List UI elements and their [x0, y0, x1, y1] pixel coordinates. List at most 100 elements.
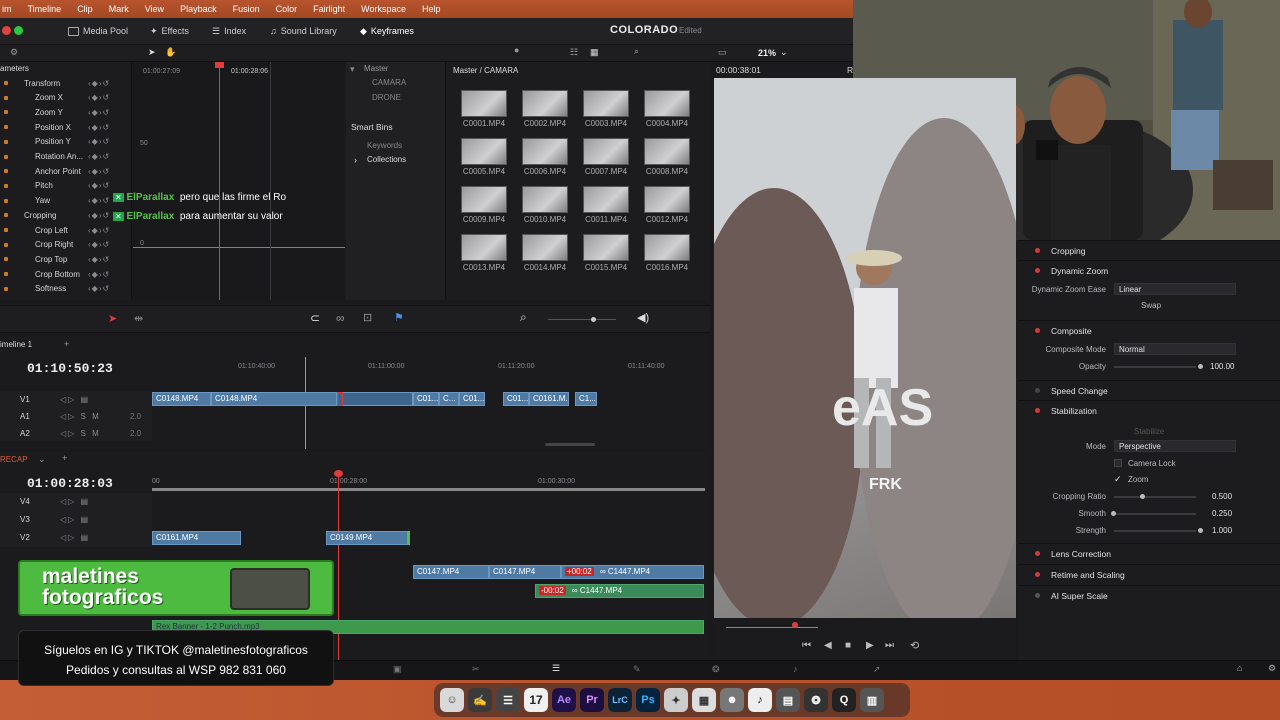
clip-name[interactable]: C0016.MP4: [636, 263, 698, 272]
timeline-1-scrollbar[interactable]: [545, 443, 595, 446]
menu-fairlight[interactable]: Fairlight: [305, 4, 353, 14]
reverse-play-icon[interactable]: ◀: [824, 640, 832, 651]
timeline-clip[interactable]: C01...: [459, 392, 485, 406]
color-page-icon[interactable]: ❂: [712, 664, 720, 675]
effects-button[interactable]: ✦ Effects: [150, 23, 189, 39]
keyframes-button[interactable]: ◆ Keyframes: [360, 23, 414, 39]
param-row[interactable]: Rotation An... ‹◆›↺: [0, 150, 132, 164]
flag-icon[interactable]: ⚑: [394, 311, 404, 324]
clip-thumbnail[interactable]: [522, 90, 568, 117]
timeline-1-name[interactable]: imeline 1: [0, 340, 32, 349]
pointer-icon[interactable]: ➤: [148, 47, 156, 58]
zoom-timeline-icon[interactable]: ⌕: [520, 310, 527, 325]
timeline-2-name[interactable]: RECAP: [0, 455, 28, 464]
clip-name[interactable]: C0006.MP4: [514, 167, 576, 176]
calendar-icon[interactable]: 17: [524, 688, 548, 712]
keyframe-controls-icon[interactable]: ‹◆›↺: [88, 270, 110, 279]
enable-toggle-icon[interactable]: [1035, 572, 1040, 577]
clip-name[interactable]: C0005.MP4: [453, 167, 515, 176]
strength-slider[interactable]: [1114, 530, 1196, 532]
track-controls-icon[interactable]: ◁▷ ▤: [60, 515, 90, 524]
clip-thumbnail[interactable]: [583, 138, 629, 165]
viewer-frame[interactable]: eAS FRK: [714, 78, 1016, 618]
zoom-level[interactable]: 21%: [758, 48, 776, 58]
track-controls-icon[interactable]: ◁▷ ▤: [60, 497, 90, 506]
chevron-down-icon[interactable]: ▾: [350, 64, 355, 75]
timeline-clip[interactable]: C0148.MP4: [211, 392, 337, 406]
menu-timeline[interactable]: Timeline: [20, 4, 70, 14]
menu-view[interactable]: View: [137, 4, 172, 14]
timeline-clip-c1447[interactable]: +00:02 ∞ C1447.MP4: [561, 565, 704, 579]
clip-thumbnail[interactable]: [583, 90, 629, 117]
track-controls-icon[interactable]: ◁▷ ▤: [60, 533, 90, 542]
param-row[interactable]: Crop Bottom ‹◆›↺: [0, 267, 132, 281]
chevron-right-icon[interactable]: ›: [354, 155, 357, 165]
param-row[interactable]: Crop Top ‹◆›↺: [0, 252, 132, 266]
trim-tool-icon[interactable]: ⇹: [134, 312, 143, 325]
keyframe-controls-icon[interactable]: ‹◆›↺: [88, 167, 110, 176]
viewer-layout-icon[interactable]: ▭: [718, 47, 727, 58]
clip-thumbnail[interactable]: [522, 234, 568, 261]
fairlight-page-icon[interactable]: ♪: [793, 664, 798, 674]
track-a1[interactable]: A1 ◁▷ S M 2.0: [0, 408, 152, 425]
param-row[interactable]: Anchor Point ‹◆›↺: [0, 164, 132, 178]
first-frame-icon[interactable]: ⏮: [802, 640, 811, 651]
param-row[interactable]: Position Y ‹◆›↺: [0, 135, 132, 149]
fusion-page-icon[interactable]: ✎: [633, 664, 641, 675]
param-row[interactable]: Softness ‹◆›↺: [0, 282, 132, 296]
menu-workspace[interactable]: Workspace: [353, 4, 414, 14]
index-button[interactable]: ☰ Index: [212, 23, 246, 39]
snapping-icon[interactable]: ⊂: [310, 311, 320, 325]
crop-ratio-slider[interactable]: [1114, 496, 1196, 498]
chevron-down-icon[interactable]: ⌄: [780, 47, 788, 58]
link-icon[interactable]: ∞: [336, 311, 345, 325]
keyframe-controls-icon[interactable]: ‹◆›↺: [88, 123, 110, 132]
clip-thumbnail[interactable]: [644, 234, 690, 261]
clip-thumbnail[interactable]: [461, 186, 507, 213]
play-icon[interactable]: ▶: [866, 640, 874, 651]
bin-keywords[interactable]: Keywords: [367, 141, 402, 150]
track-v2[interactable]: V2 ◁▷ ▤: [0, 529, 152, 546]
timeline-clip[interactable]: C...: [439, 392, 459, 406]
clip-thumbnail[interactable]: [644, 90, 690, 117]
speaker-icon[interactable]: ◀): [637, 311, 649, 324]
clip-name[interactable]: C0002.MP4: [514, 119, 576, 128]
discord-icon[interactable]: ☻: [720, 688, 744, 712]
opacity-knob[interactable]: [1198, 364, 1203, 369]
davinci-icon[interactable]: ❂: [804, 688, 828, 712]
quicktime-icon[interactable]: Q: [832, 688, 856, 712]
home-icon[interactable]: ⌂: [1237, 663, 1242, 673]
loop-icon[interactable]: ⟲: [910, 639, 919, 652]
bin-drone[interactable]: DRONE: [372, 93, 401, 102]
timeline-2-range-bar[interactable]: [152, 488, 705, 491]
timeline-clip[interactable]: C0161.M...: [529, 392, 569, 406]
clip-thumbnail[interactable]: [644, 138, 690, 165]
keyframe-controls-icon[interactable]: ‹◆›↺: [88, 152, 110, 161]
opacity-value[interactable]: 100.00: [1210, 362, 1234, 371]
clip-thumbnail[interactable]: [461, 234, 507, 261]
viewer-playhead[interactable]: [792, 622, 798, 628]
clip-name[interactable]: C0010.MP4: [514, 215, 576, 224]
clip-name[interactable]: C0004.MP4: [636, 119, 698, 128]
crop-ratio-knob[interactable]: [1140, 494, 1145, 499]
grid-view-icon[interactable]: ▦: [590, 47, 599, 58]
viewer-scrubber[interactable]: [726, 627, 818, 628]
stabilize-button[interactable]: Stabilize: [1134, 427, 1164, 436]
media-page-icon[interactable]: ▣: [393, 664, 402, 675]
keyframe-graph[interactable]: 01:00:27:09 01:00:28:06 50 0: [133, 62, 345, 300]
list-view-icon[interactable]: ☷: [570, 47, 578, 58]
close-window-icon[interactable]: [2, 26, 11, 35]
section-composite[interactable]: Composite: [1018, 320, 1280, 340]
timeline-clip[interactable]: C01...: [503, 392, 529, 406]
menu-item[interactable]: im: [0, 4, 20, 14]
clip-name[interactable]: C0011.MP4: [575, 215, 637, 224]
keyframe-controls-icon[interactable]: ‹◆›↺: [88, 79, 110, 88]
timeline-clip[interactable]: C0148.MP4: [152, 392, 211, 406]
clip-name[interactable]: C0013.MP4: [453, 263, 515, 272]
hand-icon[interactable]: ✋: [165, 47, 176, 58]
section-lens-correction[interactable]: Lens Correction: [1018, 543, 1280, 563]
last-frame-icon[interactable]: ⏭: [885, 640, 894, 651]
audio-clip-c1447[interactable]: -00:02 ∞ C1447.MP4: [535, 584, 704, 598]
smooth-value[interactable]: 0.250: [1212, 509, 1232, 518]
edit-page-icon[interactable]: ☰: [552, 663, 560, 674]
